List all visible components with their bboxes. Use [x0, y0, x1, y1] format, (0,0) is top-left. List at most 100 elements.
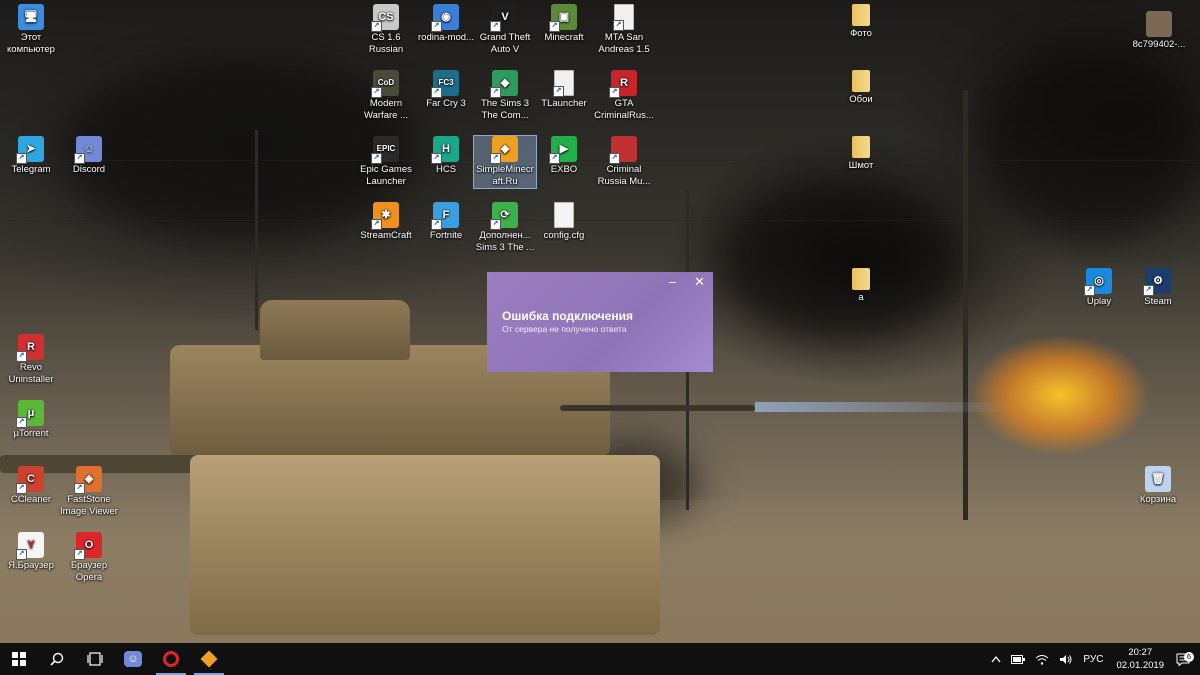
opera-icon — [163, 651, 179, 667]
start-button[interactable] — [0, 643, 38, 675]
shortcut-arrow-icon: ↗ — [609, 87, 620, 98]
desktop-icon-label: a — [858, 292, 864, 303]
clock[interactable]: 20:27 02.01.2019 — [1108, 646, 1172, 672]
config-file-icon — [554, 202, 574, 228]
shortcut-arrow-icon: ↗ — [490, 87, 501, 98]
desktop-icon-label: Minecraft — [544, 32, 584, 43]
shortcut-arrow-icon: ↗ — [1084, 285, 1095, 296]
taskbar-opera[interactable] — [152, 643, 190, 675]
folder-oboi-icon — [852, 70, 870, 92]
desktop-icon-faststone[interactable]: ◈ ↗ FastStone Image Viewer — [58, 466, 120, 518]
desktop-icon-label: Telegram — [11, 164, 51, 175]
steam-icon: ⚙ ↗ — [1143, 268, 1171, 296]
rodina-mod-icon: ◉ ↗ — [431, 4, 459, 32]
desktop-icon-cs16[interactable]: CS ↗ CS 1.6 Russian — [355, 4, 417, 56]
desktop-icon-label: Criminal Russia Mu... — [597, 164, 651, 187]
desktop-icon-label: Epic Games Launcher — [360, 164, 412, 187]
desktop-icon-image-file[interactable]: 8c799402-... — [1128, 11, 1190, 51]
desktop-icon-discord[interactable]: ☺ ↗ Discord — [58, 136, 120, 176]
search-button[interactable] — [38, 643, 76, 675]
task-view-icon — [87, 652, 103, 666]
desktop-icon-gta-criminal-russia[interactable]: R ↗ GTA CriminalRus... — [593, 70, 655, 122]
desktop-icon-fortnite[interactable]: F ↗ Fortnite — [415, 202, 477, 242]
shortcut-arrow-icon: ↗ — [74, 549, 85, 560]
desktop-icon-folder-shmot[interactable]: Шмот — [830, 136, 892, 172]
close-icon[interactable]: ✕ — [694, 274, 705, 290]
faststone-icon: ◈ ↗ — [74, 466, 102, 494]
desktop-icon-gta5[interactable]: V ↗ Grand Theft Auto V — [474, 4, 536, 56]
desktop-icon-folder-a[interactable]: a — [830, 268, 892, 304]
desktop-icon-folder-foto[interactable]: Фото — [830, 4, 892, 40]
battery-tray[interactable] — [1006, 654, 1030, 664]
desktop-icon-streamcraft[interactable]: ✱ ↗ StreamCraft — [355, 202, 417, 242]
desktop-icon-criminal-russia-mu[interactable]: ↗ Criminal Russia Mu... — [593, 136, 655, 188]
fortnite-icon: F ↗ — [431, 202, 459, 230]
language-indicator[interactable]: РУС — [1078, 654, 1108, 665]
desktop-icon-uplay[interactable]: ◎ ↗ Uplay — [1068, 268, 1130, 308]
taskbar-discord[interactable]: ☺ — [114, 643, 152, 675]
connection-error-notification[interactable]: – ✕ Ошибка подключения От сервера не пол… — [487, 272, 713, 372]
desktop-icon-label: EXBO — [550, 164, 578, 175]
desktop-icon-rodina-mod[interactable]: ◉ ↗ rodina-mod... — [415, 4, 477, 44]
shortcut-arrow-icon: ↗ — [431, 153, 442, 164]
desktop-icon-epic-games[interactable]: EPIC ↗ Epic Games Launcher — [355, 136, 417, 188]
desktop-icon-label: Я.Браузер — [8, 560, 54, 571]
desktop-icon-tlauncher[interactable]: ↗ TLauncher — [533, 70, 595, 110]
desktop-icon-minecraft[interactable]: ▣ ↗ Minecraft — [533, 4, 595, 44]
desktop-icon-this-pc[interactable]: 🖥 Этот компьютер — [0, 4, 62, 56]
shortcut-arrow-icon: ↗ — [74, 153, 85, 164]
desktop-icon-hcs[interactable]: H ↗ HCS — [415, 136, 477, 176]
folder-shmot-icon — [852, 136, 870, 158]
desktop-icon-yandex-browser[interactable]: Y ↗ Я.Браузер — [0, 532, 62, 572]
modern-warfare-icon: CoD ↗ — [371, 70, 399, 98]
desktop-icon-sims3-complete[interactable]: ◆ ↗ The Sims 3 The Com... — [474, 70, 536, 122]
desktop-icon-label: GTA CriminalRus... — [594, 98, 654, 121]
desktop-icon-recycle-bin[interactable]: 🗑 Корзина — [1127, 466, 1189, 506]
desktop-icon-far-cry-3[interactable]: FC3 ↗ Far Cry 3 — [415, 70, 477, 110]
desktop-icon-exbo[interactable]: ▶ ↗ EXBO — [533, 136, 595, 176]
wifi-icon — [1036, 654, 1049, 665]
desktop-icon-label: CS 1.6 Russian — [368, 32, 404, 55]
desktop-icon-folder-oboi[interactable]: Обои — [830, 70, 892, 106]
volume-tray[interactable] — [1054, 654, 1078, 665]
desktop-icon-label: Дополнен... Sims 3 The ... — [475, 230, 535, 253]
taskbar-simpleminecraft[interactable] — [190, 643, 228, 675]
discord-icon: ☺ — [124, 651, 142, 667]
shortcut-arrow-icon: ↗ — [16, 153, 27, 164]
simpleminecraft-icon: ◆ ↗ — [490, 136, 518, 164]
desktop-icon-config-file[interactable]: config.cfg — [533, 202, 595, 242]
action-center-button[interactable]: 6 — [1172, 651, 1200, 666]
system-tray: РУС 20:27 02.01.2019 6 — [986, 643, 1200, 675]
desktop-icon-label: Discord — [72, 164, 106, 175]
wifi-tray[interactable] — [1030, 654, 1054, 665]
shortcut-arrow-icon: ↗ — [16, 549, 27, 560]
this-pc-icon: 🖥 — [18, 4, 44, 30]
shortcut-arrow-icon: ↗ — [549, 21, 560, 32]
desktop-icon-modern-warfare[interactable]: CoD ↗ Modern Warfare ... — [355, 70, 417, 122]
desktop-icon-telegram[interactable]: ➤ ↗ Telegram — [0, 136, 62, 176]
desktop-icon-steam[interactable]: ⚙ ↗ Steam — [1127, 268, 1189, 308]
criminal-russia-mu-icon: ↗ — [609, 136, 637, 164]
show-hidden-icons[interactable] — [986, 655, 1006, 663]
cs16-icon: CS ↗ — [371, 4, 399, 32]
shortcut-arrow-icon: ↗ — [16, 417, 27, 428]
desktop-icon-opera-browser[interactable]: O ↗ Браузер Opera — [58, 532, 120, 584]
shortcut-arrow-icon: ↗ — [613, 20, 624, 31]
desktop-icon-utorrent[interactable]: μ ↗ μTorrent — [0, 400, 62, 440]
desktop-icon-mta-sa[interactable]: ↗ MTA San Andreas 1.5 — [593, 4, 655, 56]
desktop-icon-revo-uninstaller[interactable]: R ↗ Revo Uninstaller — [0, 334, 62, 386]
shortcut-arrow-icon: ↗ — [490, 219, 501, 230]
shortcut-arrow-icon: ↗ — [371, 87, 382, 98]
shortcut-arrow-icon: ↗ — [549, 153, 560, 164]
search-icon — [50, 652, 64, 666]
desktop-icon-label: Steam — [1144, 296, 1172, 307]
task-view-button[interactable] — [76, 643, 114, 675]
image-file-icon — [1146, 11, 1172, 37]
desktop-icon-ccleaner[interactable]: C ↗ CCleaner — [0, 466, 62, 506]
minimize-icon[interactable]: – — [669, 274, 676, 290]
epic-games-icon: EPIC ↗ — [371, 136, 399, 164]
desktop-icon-simpleminecraft[interactable]: ◆ ↗ SimpleMinecraft.Ru — [473, 135, 537, 189]
yandex-browser-icon: Y ↗ — [16, 532, 44, 560]
desktop-icon-sims3-addon[interactable]: ⟳ ↗ Дополнен... Sims 3 The ... — [474, 202, 536, 254]
desktop-icon-label: Uplay — [1086, 296, 1112, 307]
